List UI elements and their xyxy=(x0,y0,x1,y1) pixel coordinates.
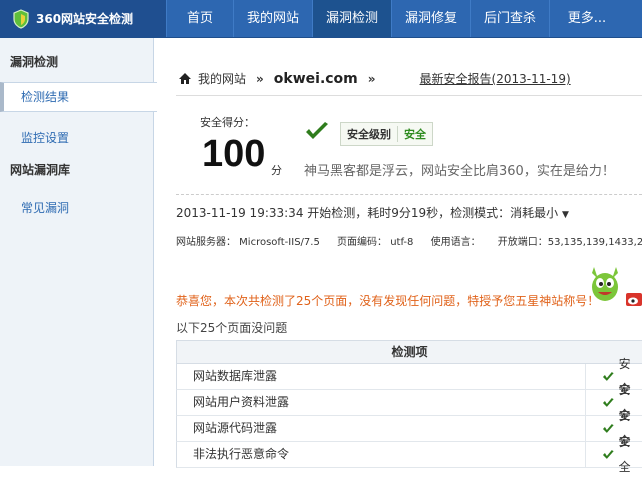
check-item-name: 网站数据库泄露 xyxy=(177,364,586,389)
sidebar-section-title: 漏洞检测 xyxy=(10,55,59,69)
check-icon xyxy=(602,424,614,433)
brand-logo[interactable]: 360网站安全检测 xyxy=(0,0,166,37)
top-navbar: 360网站安全检测 首页 我的网站 漏洞检测 漏洞修复 后门查杀 更多... xyxy=(0,0,642,38)
sidebar-item-scan-results[interactable]: 检测结果 xyxy=(0,82,157,112)
security-level-badge: 安全级别 安全 xyxy=(340,122,433,146)
check-item-name: 网站用户资料泄露 xyxy=(177,390,586,415)
sidebar: 漏洞检测 检测结果 监控设置 网站漏洞库 常见漏洞 xyxy=(0,38,157,466)
table-row: 网站源代码泄露 安全 xyxy=(176,409,642,448)
congrats-message: 恭喜您，本次共检测了25个页面，没有发现任何问题，特授予您五星神站称号！ xyxy=(176,294,600,308)
score-slogan: 神马黑客都是浮云，网站安全比肩360，实在是给力！ xyxy=(304,164,615,179)
brand-name: 360网站安全检测 xyxy=(36,12,134,26)
weibo-icon[interactable] xyxy=(626,293,642,306)
nav-home[interactable]: 首页 xyxy=(166,0,233,37)
breadcrumb-domain[interactable]: okwei.com xyxy=(274,71,358,87)
main-content: 我的网站 » okwei.com » 最新安全报告(2013-11-19) 安全… xyxy=(154,38,642,474)
no-problem-summary: 以下25个页面没问题 xyxy=(176,321,288,335)
chevron-down-icon[interactable]: ▼ xyxy=(562,210,569,220)
table-row: 网站用户资料泄露 安全 xyxy=(176,383,642,422)
check-item-name: 非法执行恶意命令 xyxy=(177,442,586,467)
main-nav: 首页 我的网站 漏洞检测 漏洞修复 后门查杀 更多... xyxy=(166,0,624,37)
open-ports: 开放端口：53,135,139,1433,2383 xyxy=(497,237,642,248)
security-level-label: 安全级别 xyxy=(347,128,391,141)
score-value: 100 xyxy=(202,133,266,175)
check-item-name: 网站源代码泄露 xyxy=(177,416,586,441)
server-language: 使用语言： xyxy=(430,237,481,248)
nav-vuln-scan[interactable]: 漏洞检测 xyxy=(312,0,391,37)
table-row: 非法执行恶意命令 安全 xyxy=(176,435,642,474)
divider xyxy=(176,194,642,195)
status-text: 安全 xyxy=(618,434,631,474)
latest-report-link[interactable]: 最新安全报告(2013-11-19) xyxy=(420,70,571,87)
server-type: 网站服务器： Microsoft-IIS/7.5 xyxy=(176,237,320,248)
nav-my-site[interactable]: 我的网站 xyxy=(233,0,312,37)
check-icon xyxy=(306,122,328,139)
check-icon xyxy=(602,398,614,407)
page-encoding: 页面编码： utf-8 xyxy=(337,237,414,248)
sidebar-item-monitor-settings[interactable]: 监控设置 xyxy=(0,124,153,152)
score-unit: 分 xyxy=(271,164,282,177)
shield-logo-icon xyxy=(13,8,29,29)
scan-info-text: 2013-11-19 19:33:34 开始检测，耗时9分19秒，检测模式：消耗… xyxy=(176,206,559,220)
nav-more[interactable]: 更多... xyxy=(549,0,624,37)
breadcrumb-separator: » xyxy=(256,71,264,86)
breadcrumb-separator: » xyxy=(367,71,376,86)
check-icon xyxy=(602,450,614,459)
table-row: 网站数据库泄露 安全 xyxy=(176,357,642,396)
sidebar-section-title-vuln-library: 网站漏洞库 xyxy=(10,163,71,177)
server-info: 网站服务器： Microsoft-IIS/7.5 页面编码： utf-8 使用语… xyxy=(176,233,642,248)
table-header: 检测项 xyxy=(176,341,642,364)
check-icon xyxy=(602,372,614,381)
score-label: 安全得分： xyxy=(200,116,255,129)
sidebar-item-common-vulns[interactable]: 常见漏洞 xyxy=(0,194,153,222)
check-item-status: 安全 xyxy=(586,435,642,474)
nav-vuln-fix[interactable]: 漏洞修复 xyxy=(391,0,470,37)
breadcrumb-my-site[interactable]: 我的网站 xyxy=(198,70,246,87)
results-table: 检测项 网站数据库泄露 安全 网站用户资料泄露 安全 网站源代码泄露 安全 非法… xyxy=(176,340,642,474)
scan-info: 2013-11-19 19:33:34 开始检测，耗时9分19秒，检测模式：消耗… xyxy=(176,204,569,221)
breadcrumb: 我的网站 » okwei.com » 最新安全报告(2013-11-19) xyxy=(178,70,571,87)
home-icon xyxy=(179,73,191,84)
divider xyxy=(176,95,642,96)
nav-backdoor-scan[interactable]: 后门查杀 xyxy=(470,0,549,37)
security-level-value: 安全 xyxy=(397,126,432,142)
